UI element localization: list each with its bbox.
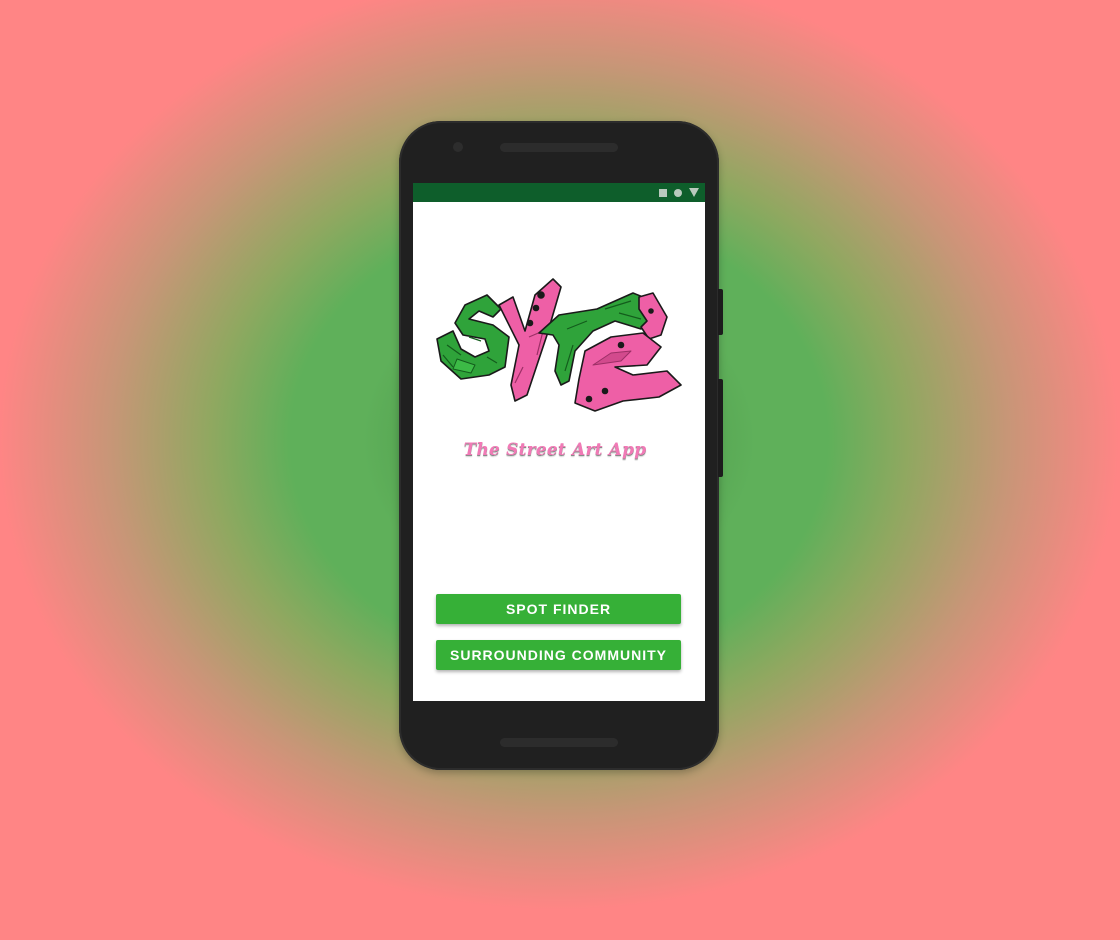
volume-button [718, 379, 723, 477]
status-icons [659, 187, 699, 198]
surrounding-community-button[interactable]: SURROUNDING COMMUNITY [436, 640, 681, 670]
phone-device: The Street Art App SPOT FINDER SURROUNDI… [399, 121, 723, 770]
app-screen: The Street Art App SPOT FINDER SURROUNDI… [413, 183, 705, 701]
home-circle-icon [674, 188, 682, 197]
graffiti-logo [436, 278, 682, 412]
spot-finder-button[interactable]: SPOT FINDER [436, 594, 681, 624]
stop-square-icon [659, 188, 667, 197]
power-button [718, 289, 723, 335]
logo-letter-e [638, 292, 668, 340]
earpiece-speaker [500, 143, 618, 152]
bottom-speaker [500, 738, 618, 747]
status-bar [413, 183, 705, 202]
front-camera [453, 142, 463, 152]
back-triangle-icon [689, 188, 699, 197]
app-tagline: The Street Art App [463, 440, 647, 460]
